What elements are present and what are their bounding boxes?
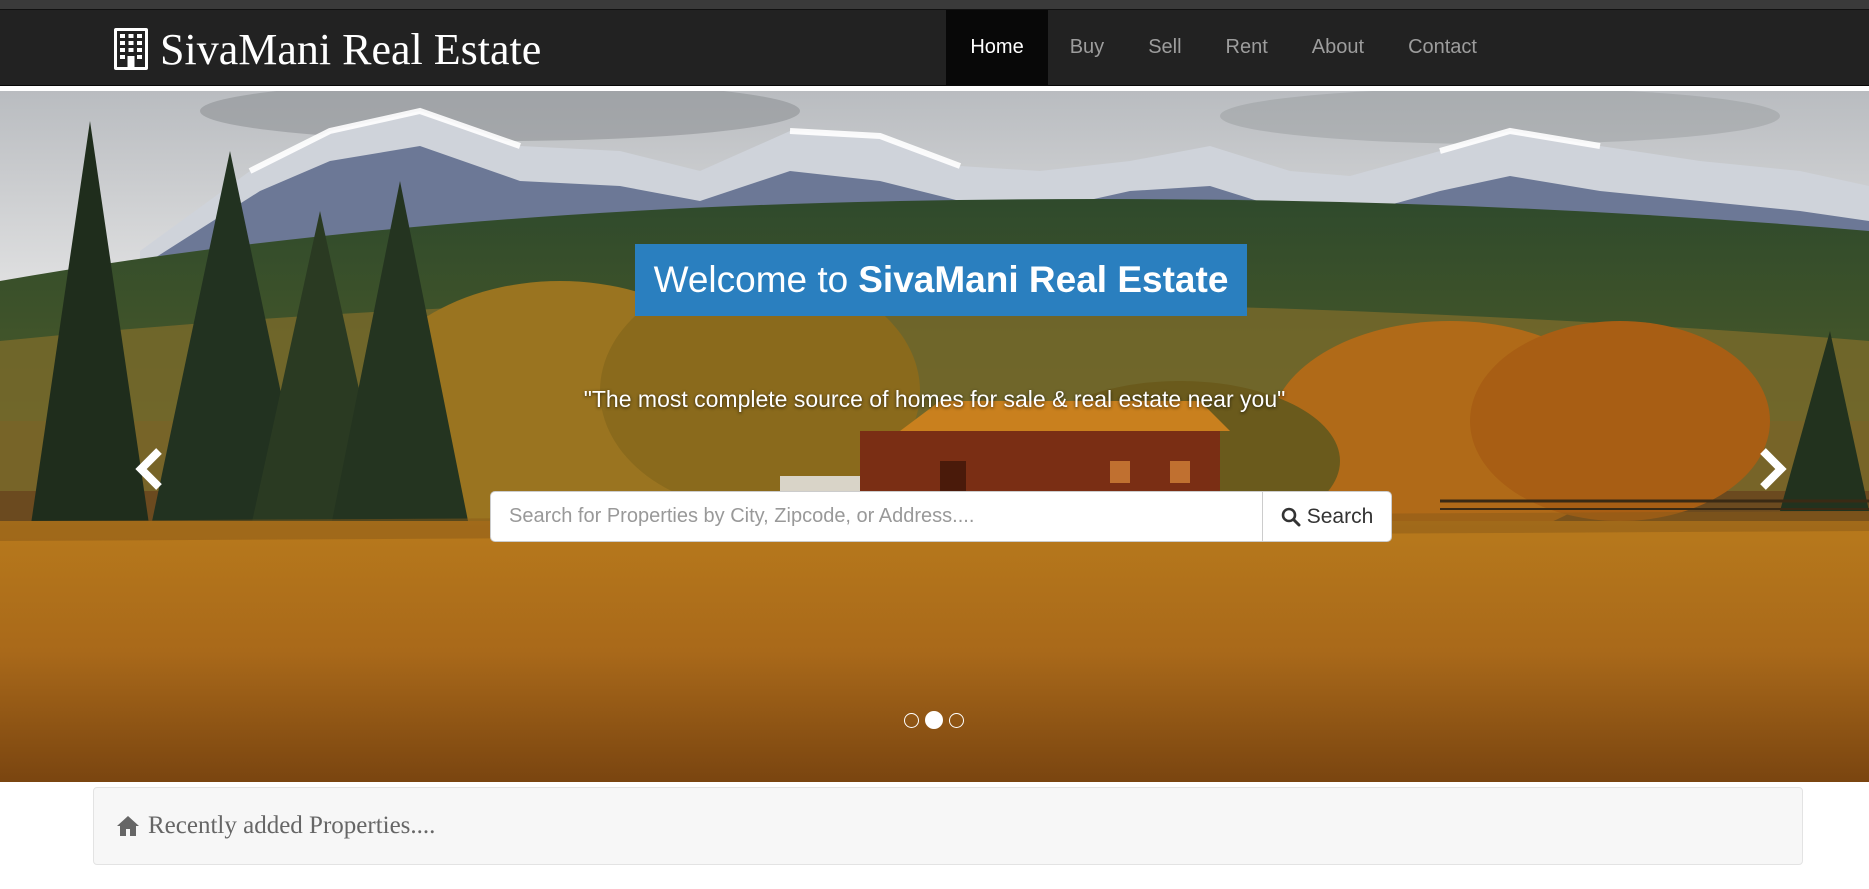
carousel-indicator-1[interactable]	[904, 712, 919, 728]
brand[interactable]: SivaMani Real Estate	[112, 24, 541, 74]
welcome-prefix: Welcome to	[653, 259, 849, 300]
property-search: Search	[490, 491, 1392, 542]
chevron-left-icon	[135, 448, 162, 490]
nav-about[interactable]: About	[1290, 10, 1386, 85]
nav-sell[interactable]: Sell	[1126, 10, 1203, 85]
search-icon	[1281, 507, 1301, 526]
search-button[interactable]: Search	[1262, 491, 1392, 542]
search-button-label: Search	[1306, 504, 1374, 528]
top-strip	[0, 0, 1869, 9]
carousel-prev-button[interactable]	[130, 444, 170, 494]
search-input[interactable]	[490, 491, 1262, 542]
building-icon	[114, 28, 148, 70]
main-nav: Home Buy Sell Rent About Contact	[946, 10, 1499, 85]
carousel-indicator-3[interactable]	[949, 712, 964, 728]
welcome-brand: SivaMani Real Estate	[858, 259, 1229, 300]
recent-properties-panel: Recently added Properties....	[93, 787, 1803, 865]
hero-tagline: "The most complete source of homes for s…	[583, 386, 1286, 412]
carousel-indicator-2[interactable]	[925, 711, 943, 729]
nav-rent[interactable]: Rent	[1204, 10, 1290, 85]
welcome-banner: Welcome to SivaMani Real Estate	[635, 244, 1247, 316]
hero-carousel: Welcome to SivaMani Real Estate "The mos…	[0, 91, 1869, 782]
nav-home[interactable]: Home	[946, 10, 1048, 85]
navbar: SivaMani Real Estate Home Buy Sell Rent …	[0, 9, 1869, 86]
nav-buy[interactable]: Buy	[1048, 10, 1126, 85]
carousel-indicators	[904, 711, 964, 729]
home-icon	[117, 816, 139, 836]
carousel-next-button[interactable]	[1752, 444, 1792, 494]
brand-name: SivaMani Real Estate	[160, 24, 542, 74]
nav-contact[interactable]: Contact	[1386, 10, 1499, 85]
chevron-right-icon	[1760, 448, 1787, 490]
hero-background-image	[0, 91, 1869, 782]
recent-properties-heading: Recently added Properties....	[148, 812, 436, 839]
